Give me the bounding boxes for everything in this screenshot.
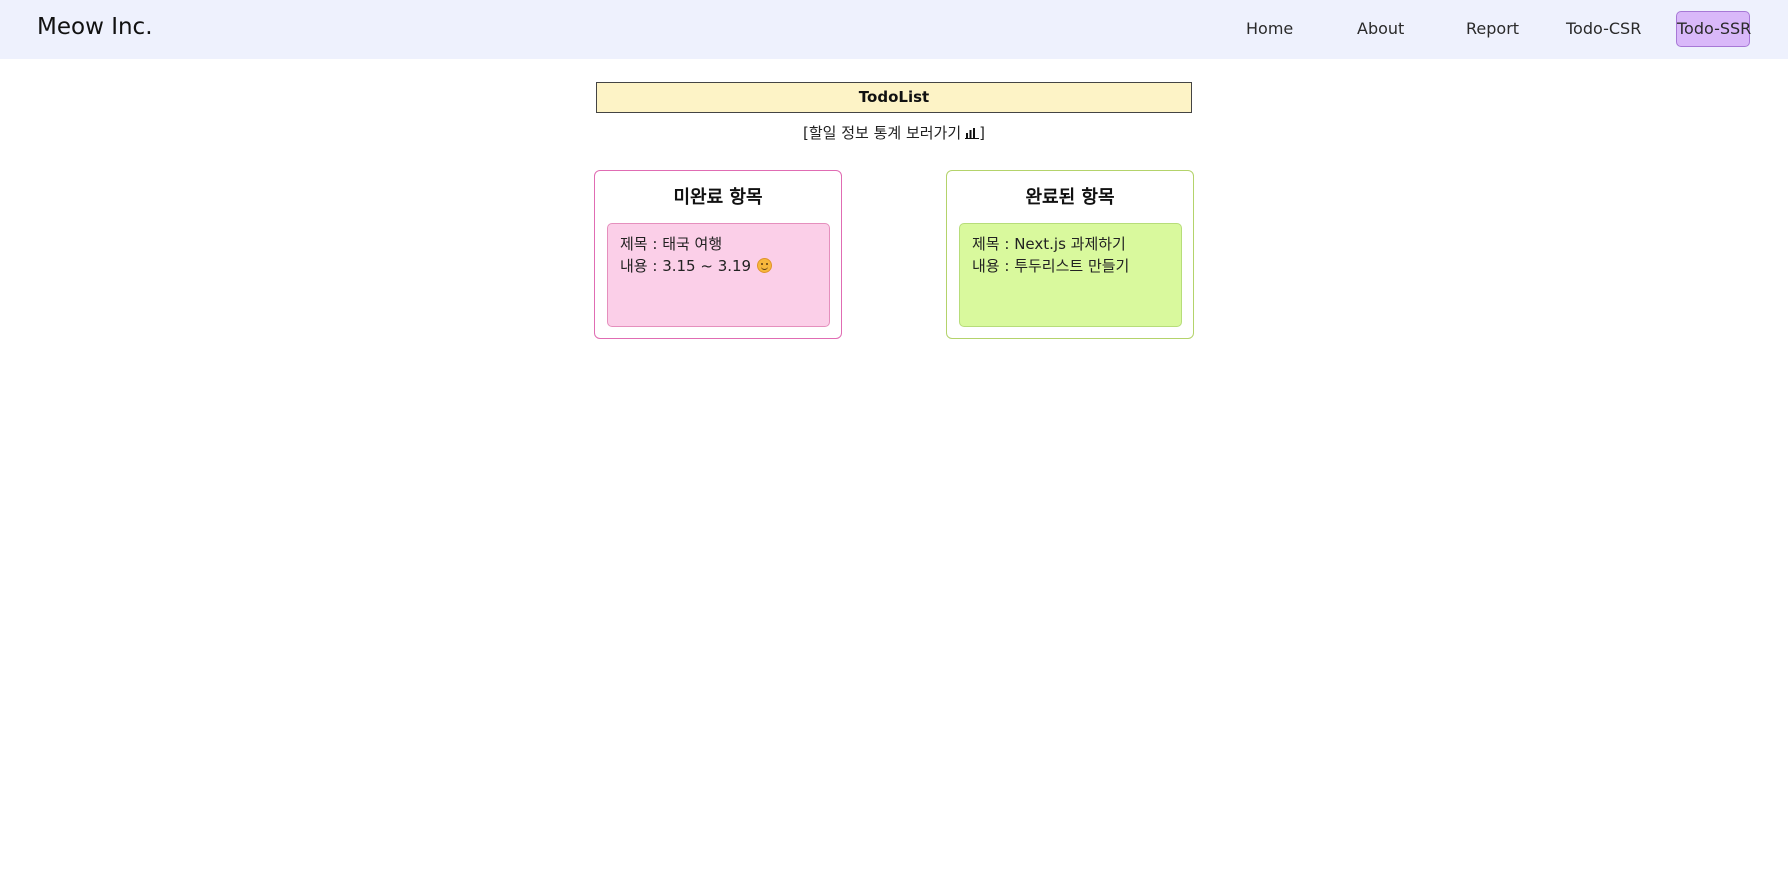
navbar: Meow Inc. Home About Report Todo-CSR Tod… bbox=[0, 0, 1788, 59]
todo-title: 제목 : 태국 여행 bbox=[620, 235, 723, 253]
done-column: 완료된 항목 제목 : Next.js 과제하기 내용 : 투두리스트 만들기 bbox=[946, 170, 1194, 339]
nav-link-todo-csr[interactable]: Todo-CSR bbox=[1566, 19, 1641, 38]
todo-content: 내용 : 투두리스트 만들기 bbox=[972, 257, 1130, 275]
todo-card[interactable]: 제목 : Next.js 과제하기 내용 : 투두리스트 만들기 bbox=[959, 223, 1182, 327]
todo-card[interactable]: 제목 : 태국 여행 내용 : 3.15 ~ 3.19 bbox=[607, 223, 830, 327]
nav-link-home[interactable]: Home bbox=[1246, 19, 1293, 38]
page-title: TodoList bbox=[596, 82, 1192, 113]
stats-link[interactable]: [할일 정보 통계 보러가기] bbox=[596, 122, 1192, 143]
nav-link-about[interactable]: About bbox=[1357, 19, 1404, 38]
todo-title: 제목 : Next.js 과제하기 bbox=[972, 235, 1126, 253]
nav-link-todo-ssr[interactable]: Todo-SSR bbox=[1676, 11, 1751, 47]
pending-column-title: 미완료 항목 bbox=[673, 187, 763, 208]
brand-logo[interactable]: Meow Inc. bbox=[37, 14, 153, 40]
nav-link-report[interactable]: Report bbox=[1466, 19, 1519, 38]
pending-column: 미완료 항목 제목 : 태국 여행 내용 : 3.15 ~ 3.19 bbox=[594, 170, 842, 339]
stats-link-bracket: ] bbox=[979, 124, 986, 142]
smiling-face-icon bbox=[757, 258, 773, 273]
todo-content: 내용 : 3.15 ~ 3.19 bbox=[620, 257, 752, 275]
bar-chart-icon bbox=[965, 125, 980, 143]
stats-link-label: [할일 정보 통계 보러가기 bbox=[802, 124, 962, 142]
done-column-title: 완료된 항목 bbox=[1025, 187, 1115, 208]
